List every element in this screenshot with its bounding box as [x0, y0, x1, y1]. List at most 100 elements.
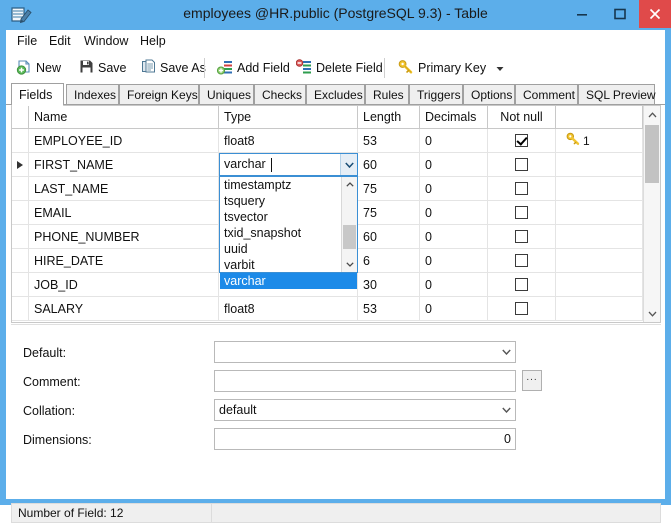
primary-key-button[interactable]: Primary Key [394, 56, 508, 80]
field-decimals[interactable]: 0 [420, 249, 488, 272]
field-name[interactable]: EMPLOYEE_ID [29, 129, 219, 152]
field-length[interactable]: 6 [358, 249, 420, 272]
grid-header-length[interactable]: Length [358, 106, 420, 128]
field-length[interactable]: 30 [358, 273, 420, 296]
grid-header-type[interactable]: Type [219, 106, 358, 128]
save-button[interactable]: Save [75, 56, 131, 80]
table-row[interactable]: EMPLOYEE_ID float8 53 0 1 [12, 129, 643, 153]
scroll-down-icon[interactable] [342, 257, 357, 272]
dropdown-option[interactable]: varbit [220, 257, 357, 273]
field-name[interactable]: EMAIL [29, 201, 219, 224]
chevron-down-icon[interactable] [496, 61, 504, 75]
dropdown-option[interactable]: uuid [220, 241, 357, 257]
field-type[interactable]: float8 [219, 129, 358, 152]
chevron-down-icon[interactable] [502, 407, 511, 413]
field-not-null[interactable] [488, 201, 556, 224]
new-button[interactable]: New [12, 56, 65, 80]
add-field-button[interactable]: Add Field [213, 56, 294, 80]
field-name[interactable]: SALARY [29, 297, 219, 320]
scroll-up-icon[interactable] [342, 177, 357, 192]
chevron-down-icon[interactable] [502, 349, 511, 355]
tab-indexes[interactable]: Indexes [66, 84, 119, 105]
menu-item-window[interactable]: Window [79, 33, 133, 49]
menu-item-help[interactable]: Help [135, 33, 171, 49]
tab-options[interactable]: Options [463, 84, 515, 105]
minimize-icon[interactable] [563, 0, 601, 28]
field-name[interactable]: LAST_NAME [29, 177, 219, 200]
dropdown-option[interactable]: txid_snapshot [220, 225, 357, 241]
field-decimals[interactable]: 0 [420, 153, 488, 176]
field-length[interactable]: 60 [358, 225, 420, 248]
dropdown-scrollbar[interactable] [341, 177, 357, 272]
grid-header-name[interactable]: Name [29, 106, 219, 128]
dropdown-scroll-thumb[interactable] [343, 225, 356, 249]
field-decimals[interactable]: 0 [420, 297, 488, 320]
field-not-null[interactable] [488, 249, 556, 272]
scroll-down-icon[interactable] [644, 305, 660, 322]
field-length[interactable]: 60 [358, 153, 420, 176]
scroll-up-icon[interactable] [644, 106, 660, 123]
dropdown-option[interactable]: timestamptz [220, 177, 357, 193]
tab-rules[interactable]: Rules [365, 84, 409, 105]
tab-comment[interactable]: Comment [515, 84, 578, 105]
tab-sql-preview[interactable]: SQL Preview [578, 84, 656, 105]
delete-field-button[interactable]: Delete Field [292, 56, 387, 80]
tab-fields[interactable]: Fields [11, 83, 64, 106]
field-decimals[interactable]: 0 [420, 201, 488, 224]
field-not-null[interactable] [488, 225, 556, 248]
field-not-null[interactable] [488, 177, 556, 200]
dropdown-option-selected[interactable]: varchar [220, 273, 357, 289]
field-not-null[interactable] [488, 297, 556, 320]
grid-header-not-null[interactable]: Not null [488, 106, 556, 128]
field-length[interactable]: 53 [358, 129, 420, 152]
field-decimals[interactable]: 0 [420, 129, 488, 152]
field-length[interactable]: 53 [358, 297, 420, 320]
checkbox-unchecked-icon[interactable] [515, 182, 528, 195]
collation-combo[interactable]: default [214, 399, 516, 421]
field-decimals[interactable]: 0 [420, 177, 488, 200]
field-not-null[interactable] [488, 273, 556, 296]
grid-header-decimals[interactable]: Decimals [420, 106, 488, 128]
field-not-null[interactable] [488, 129, 556, 152]
checkbox-unchecked-icon[interactable] [515, 254, 528, 267]
dimensions-input[interactable]: 0 [214, 428, 516, 450]
grid-vertical-scrollbar[interactable] [643, 106, 660, 322]
field-name[interactable]: HIRE_DATE [29, 249, 219, 272]
type-combo-editor[interactable]: varchar [219, 153, 358, 176]
comment-input[interactable] [214, 370, 516, 392]
default-combo[interactable] [214, 341, 516, 363]
close-icon[interactable] [639, 0, 671, 28]
maximize-icon[interactable] [601, 0, 639, 28]
tab-uniques[interactable]: Uniques [199, 84, 254, 105]
checkbox-unchecked-icon[interactable] [515, 230, 528, 243]
menu-item-edit[interactable]: Edit [44, 33, 76, 49]
tab-checks[interactable]: Checks [254, 84, 306, 105]
dropdown-option[interactable]: tsquery [220, 193, 357, 209]
field-name[interactable]: JOB_ID [29, 273, 219, 296]
type-dropdown-list[interactable]: timestamptz tsquery tsvector txid_snapsh… [219, 176, 358, 289]
dropdown-option[interactable]: tsvector [220, 209, 357, 225]
field-name[interactable]: FIRST_NAME [29, 153, 219, 176]
tab-foreign-keys[interactable]: Foreign Keys [119, 84, 199, 105]
checkbox-unchecked-icon[interactable] [515, 278, 528, 291]
checkbox-unchecked-icon[interactable] [515, 302, 528, 315]
field-decimals[interactable]: 0 [420, 273, 488, 296]
menu-item-file[interactable]: File [12, 33, 42, 49]
tab-excludes[interactable]: Excludes [306, 84, 365, 105]
checkbox-unchecked-icon[interactable] [515, 158, 528, 171]
checkbox-unchecked-icon[interactable] [515, 206, 528, 219]
grid-header-key[interactable] [556, 106, 643, 128]
checkbox-checked-icon[interactable] [515, 134, 528, 147]
tab-triggers[interactable]: Triggers [409, 84, 463, 105]
field-length[interactable]: 75 [358, 201, 420, 224]
chevron-down-icon[interactable] [340, 154, 357, 175]
field-type[interactable]: float8 [219, 297, 358, 320]
save-as-button[interactable]: Save As [137, 56, 210, 80]
table-row[interactable]: SALARY float8 53 0 [12, 297, 643, 321]
comment-browse-button[interactable]: ... [522, 370, 542, 391]
field-length[interactable]: 75 [358, 177, 420, 200]
field-not-null[interactable] [488, 153, 556, 176]
field-decimals[interactable]: 0 [420, 225, 488, 248]
field-name[interactable]: PHONE_NUMBER [29, 225, 219, 248]
grid-scroll-thumb[interactable] [645, 125, 659, 183]
